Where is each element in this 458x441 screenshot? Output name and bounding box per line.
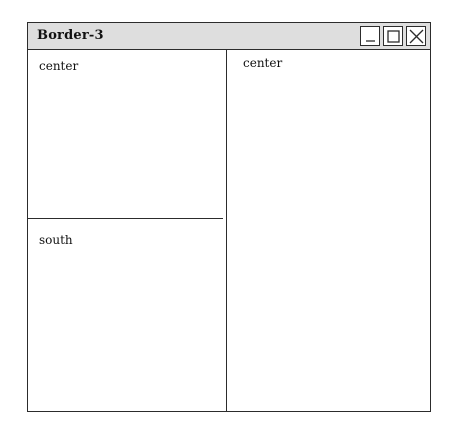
vertical-divider: [226, 50, 228, 411]
window: Border-3 center south center: [27, 22, 431, 412]
close-icon: [409, 29, 424, 44]
close-button[interactable]: [406, 26, 426, 46]
horizontal-divider: [28, 218, 223, 220]
window-title: Border-3: [37, 28, 104, 43]
maximize-button[interactable]: [383, 26, 403, 46]
minimize-icon: [366, 40, 375, 42]
left-center-region-label: center: [39, 59, 79, 73]
window-content: center south center: [28, 50, 430, 411]
minimize-button[interactable]: [360, 26, 380, 46]
right-center-region-label: center: [243, 56, 283, 70]
title-bar[interactable]: Border-3: [28, 23, 430, 50]
maximize-icon: [387, 30, 400, 43]
south-region-label: south: [39, 233, 73, 247]
